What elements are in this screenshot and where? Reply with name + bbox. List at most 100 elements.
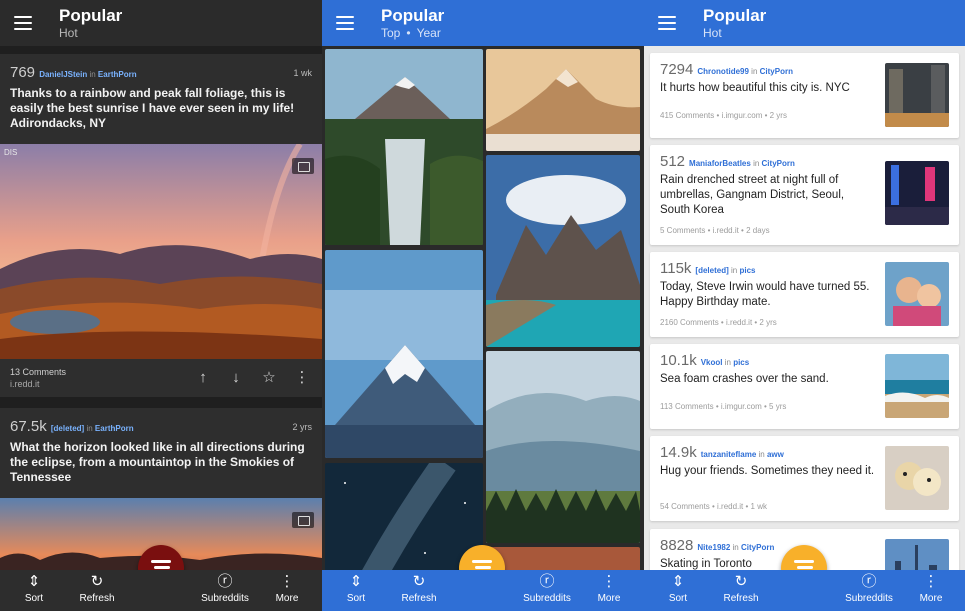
- post-score: 769 DanielJStein in EarthPorn: [10, 64, 137, 81]
- post-author[interactable]: Vkool: [701, 358, 723, 367]
- image-type-icon: [292, 512, 314, 528]
- grid-tile[interactable]: [486, 155, 640, 347]
- post-card[interactable]: 512 ManiaforBeatles in CityPorn Rain dren…: [650, 145, 959, 245]
- refresh-button[interactable]: ↻ Refresh: [76, 573, 118, 604]
- post-thumbnail[interactable]: [885, 354, 949, 418]
- overflow-menu-icon[interactable]: ⋮: [293, 368, 311, 386]
- grid-tile[interactable]: [325, 250, 483, 458]
- menu-icon[interactable]: [14, 16, 32, 30]
- app-bar: Popular Top • Year: [322, 0, 644, 46]
- post-author[interactable]: Chronotide99: [697, 67, 749, 76]
- post-image[interactable]: DIS: [0, 142, 322, 360]
- subreddits-button[interactable]: ⓡ Subreddits: [518, 573, 576, 604]
- post-author[interactable]: tanzaniteflame: [701, 450, 757, 459]
- post-subreddit[interactable]: CityPorn: [760, 67, 793, 76]
- more-button[interactable]: ⋮ More: [916, 573, 946, 604]
- post-subreddit[interactable]: CityPorn: [762, 159, 795, 168]
- post-author[interactable]: [deleted]: [51, 424, 84, 433]
- post-subreddit[interactable]: EarthPorn: [95, 424, 134, 433]
- more-button[interactable]: ⋮ More: [594, 573, 624, 604]
- refresh-icon: ↻: [90, 573, 104, 590]
- post-card[interactable]: 14.9k tanzaniteflame in aww Hug your frie…: [650, 436, 959, 521]
- downvote-icon[interactable]: ↓: [227, 369, 245, 386]
- post-meta: 5 Comments • i.redd.it • 2 days: [660, 226, 770, 235]
- sort-icon: ⇕: [671, 573, 685, 590]
- post-age: 2 yrs: [292, 422, 312, 432]
- sort-button[interactable]: ⇕ Sort: [20, 573, 48, 604]
- post-title[interactable]: Sea foam crashes over the sand.: [660, 372, 877, 387]
- post-score: 7294 Chronotide99 in CityPorn: [660, 61, 793, 78]
- sort-subtitle[interactable]: Hot: [59, 26, 78, 40]
- post-score: 115k [deleted] in pics: [660, 260, 756, 277]
- grid-view-panel: Popular Top • Year ⇕ Sort ↻ Refresh ⓡ Su…: [322, 0, 644, 611]
- subreddits-button[interactable]: ⓡ Subreddits: [196, 573, 254, 604]
- post-subreddit[interactable]: pics: [733, 358, 749, 367]
- sort-button[interactable]: ⇕ Sort: [664, 573, 692, 604]
- more-button[interactable]: ⋮ More: [272, 573, 302, 604]
- post-thumbnail[interactable]: [885, 262, 949, 326]
- post-title[interactable]: What the horizon looked like in all dire…: [10, 440, 308, 485]
- app-bar: Popular Hot: [644, 0, 965, 46]
- post-card[interactable]: 7294 Chronotide99 in CityPorn It hurts ho…: [650, 53, 959, 138]
- post-title[interactable]: Hug your friends. Sometimes they need it…: [660, 464, 877, 479]
- grid-tile[interactable]: [486, 351, 640, 543]
- post-title[interactable]: Thanks to a rainbow and peak fall foliag…: [10, 86, 308, 131]
- subreddits-icon: ⓡ: [539, 573, 555, 590]
- post-card[interactable]: 10.1k Vkool in pics Sea foam crashes over…: [650, 344, 959, 429]
- bottom-navigation: ⇕ Sort ↻ Refresh ⓡ Subreddits ⋮ More: [644, 570, 965, 611]
- post-title[interactable]: Today, Steve Irwin would have turned 55.…: [660, 280, 877, 310]
- post-author[interactable]: DanielJStein: [39, 70, 87, 79]
- post-title[interactable]: It hurts how beautiful this city is. NYC: [660, 81, 877, 96]
- dogs-hugging-thumbnail: [885, 446, 949, 510]
- snowy-mountain-photo: [325, 250, 483, 458]
- subreddits-icon: ⓡ: [861, 573, 877, 590]
- forest-hills-photo: [486, 351, 640, 543]
- post-domain: i.redd.it: [10, 379, 40, 389]
- more-icon: ⋮: [601, 573, 617, 590]
- post-title[interactable]: Rain drenched street at night full of um…: [660, 173, 877, 218]
- nyc-street-thumbnail: [885, 63, 949, 127]
- post-age: 1 wk: [293, 68, 312, 78]
- bottom-navigation: ⇕ Sort ↻ Refresh ⓡ Subreddits ⋮ More: [322, 570, 644, 611]
- subreddits-button[interactable]: ⓡ Subreddits: [840, 573, 898, 604]
- comment-count[interactable]: 13 Comments: [10, 367, 66, 377]
- post-card[interactable]: 115k [deleted] in pics Today, Steve Irwin…: [650, 252, 959, 337]
- post-subreddit[interactable]: CityPorn: [741, 543, 774, 552]
- post-author[interactable]: ManiaforBeatles: [689, 159, 751, 168]
- post-subreddit[interactable]: EarthPorn: [98, 70, 137, 79]
- sort-button[interactable]: ⇕ Sort: [342, 573, 370, 604]
- refresh-button[interactable]: ↻ Refresh: [720, 573, 762, 604]
- upvote-icon[interactable]: ↑: [194, 369, 212, 386]
- post-author[interactable]: [deleted]: [695, 266, 728, 275]
- more-icon: ⋮: [279, 573, 295, 590]
- menu-icon[interactable]: [336, 16, 354, 30]
- refresh-icon: ↻: [412, 573, 426, 590]
- post-thumbnail[interactable]: [885, 446, 949, 510]
- mountain-sunset-photo: [486, 49, 640, 151]
- post-card[interactable]: 769 DanielJStein in EarthPorn 1 wk Thank…: [0, 54, 322, 397]
- bottom-navigation: ⇕ Sort ↻ Refresh ⓡ Subreddits ⋮ More: [0, 570, 322, 611]
- volcano-waterfall-photo: [325, 49, 483, 245]
- grid-tile[interactable]: [325, 49, 483, 245]
- sort-icon: ⇕: [27, 573, 41, 590]
- sea-foam-thumbnail: [885, 354, 949, 418]
- post-author[interactable]: Nite1982: [697, 543, 730, 552]
- post-thumbnail[interactable]: [885, 63, 949, 127]
- watermark: DIS: [4, 148, 18, 157]
- sort-subtitle[interactable]: Top • Year: [381, 26, 441, 40]
- post-subreddit[interactable]: pics: [739, 266, 755, 275]
- list-view-panel: Popular Hot 7294 Chronotide99 in CityPorn…: [644, 0, 965, 611]
- steve-irwin-thumbnail: [885, 262, 949, 326]
- post-score: 10.1k Vkool in pics: [660, 352, 750, 369]
- grid-tile[interactable]: [486, 49, 640, 151]
- page-title: Popular: [381, 6, 445, 25]
- star-icon[interactable]: ☆: [260, 368, 278, 386]
- post-subreddit[interactable]: aww: [767, 450, 784, 459]
- refresh-button[interactable]: ↻ Refresh: [398, 573, 440, 604]
- refresh-icon: ↻: [734, 573, 748, 590]
- page-title: Popular: [703, 6, 767, 25]
- sort-subtitle[interactable]: Hot: [703, 26, 722, 40]
- more-icon: ⋮: [923, 573, 939, 590]
- menu-icon[interactable]: [658, 16, 676, 30]
- post-thumbnail[interactable]: [885, 161, 949, 225]
